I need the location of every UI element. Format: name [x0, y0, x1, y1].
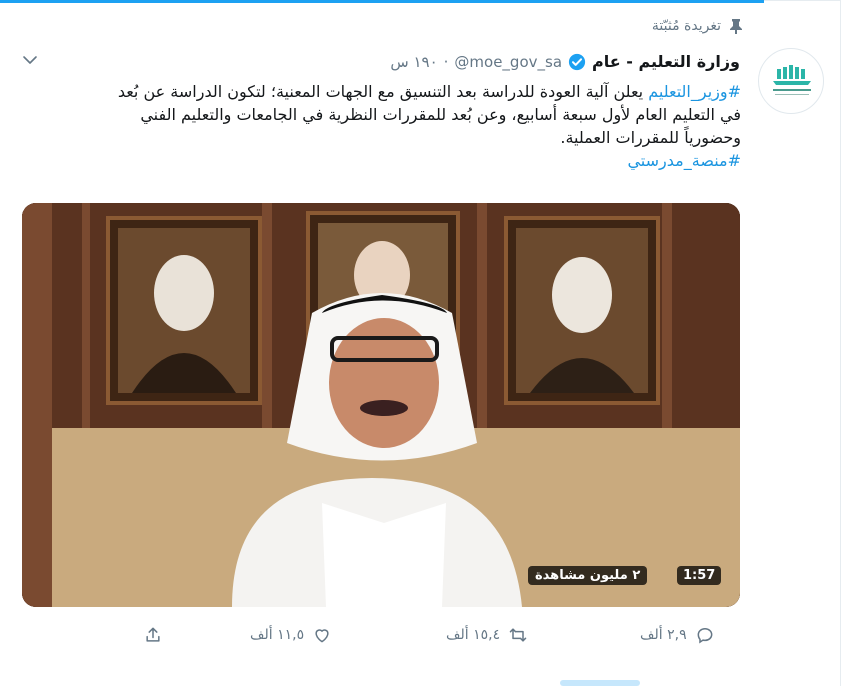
reply-icon[interactable] [695, 625, 715, 645]
video-frame [22, 203, 740, 607]
view-count-badge: ٢ مليون مشاهدة [528, 566, 648, 585]
column-border [840, 0, 841, 686]
timeline-top-border [0, 0, 764, 3]
separator-dot: · [443, 52, 449, 71]
chevron-down-icon[interactable] [20, 50, 40, 70]
pin-icon [730, 19, 742, 34]
duration-badge: 1:57 [677, 566, 722, 585]
retweet-icon[interactable] [508, 625, 528, 645]
share-action[interactable] [143, 624, 163, 646]
verified-icon [568, 53, 586, 70]
reply-action[interactable]: ٢,٩ ألف [640, 624, 715, 646]
handle[interactable]: @moe_gov_sa [454, 53, 562, 71]
video-player[interactable] [22, 203, 740, 607]
tweet-header: وزارة التعليم - عام @moe_gov_sa · ١٩٠ س [390, 52, 740, 71]
display-name[interactable]: وزارة التعليم - عام [592, 52, 740, 71]
tweet-text: #وزير_التعليم يعلن آلية العودة للدراسة ب… [101, 80, 741, 172]
retweet-action[interactable]: ١٥,٤ ألف [446, 624, 528, 646]
retweet-count: ١٥,٤ ألف [446, 627, 501, 643]
timestamp[interactable]: ١٩٠ س [390, 53, 437, 71]
hashtag-link[interactable]: #منصة_مدرستي [627, 151, 741, 170]
hashtag-link[interactable]: #وزير_التعليم [648, 82, 741, 101]
like-action[interactable]: ١١,٥ ألف [250, 624, 332, 646]
like-icon[interactable] [312, 625, 332, 645]
pinned-label: تغريدة مُثبّتة [651, 18, 721, 34]
pinned-indicator: تغريدة مُثبّتة [652, 18, 743, 34]
avatar[interactable] [758, 48, 824, 114]
like-count: ١١,٥ ألف [250, 627, 305, 643]
divider [764, 0, 840, 1]
reply-count: ٢,٩ ألف [640, 627, 687, 643]
share-icon[interactable] [143, 625, 163, 645]
next-item-peek [560, 680, 640, 686]
